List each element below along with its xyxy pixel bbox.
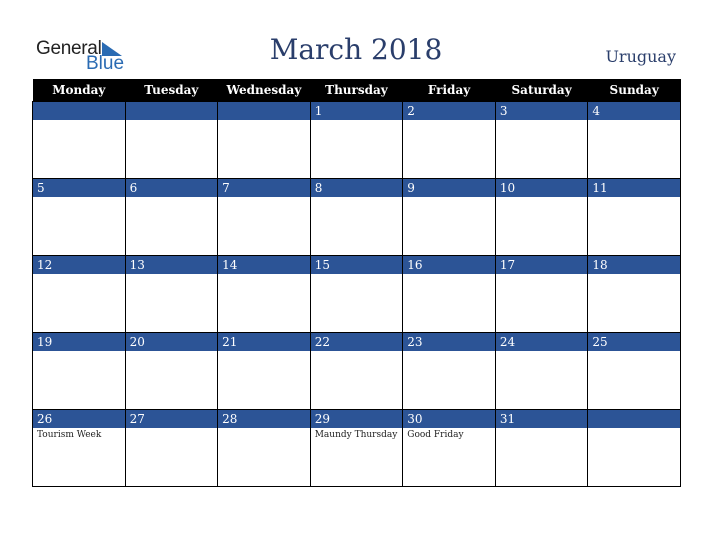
- day-cell[interactable]: 19: [32, 332, 126, 410]
- week-row: 19 20 21 22 23 24 25: [32, 332, 681, 410]
- day-cell[interactable]: 3: [494, 101, 589, 179]
- weekday-header: Friday: [402, 79, 496, 102]
- day-number: [588, 410, 680, 428]
- day-number: 23: [403, 333, 495, 351]
- day-cell[interactable]: 27: [124, 409, 219, 487]
- day-number: 24: [495, 333, 588, 351]
- day-number: 21: [218, 333, 310, 351]
- day-number: 31: [495, 410, 588, 428]
- day-cell[interactable]: 14: [217, 255, 311, 333]
- day-cell[interactable]: 12: [32, 255, 126, 333]
- day-cell[interactable]: 25: [587, 332, 681, 410]
- day-number: 20: [125, 333, 218, 351]
- day-cell[interactable]: 6: [124, 178, 219, 256]
- day-cell[interactable]: 23: [402, 332, 496, 410]
- day-cell[interactable]: 10: [494, 178, 589, 256]
- day-cell[interactable]: 7: [217, 178, 311, 256]
- day-number: 13: [125, 256, 218, 274]
- day-number: 30: [403, 410, 495, 428]
- week-row: 5 6 7 8 9 10 11: [32, 178, 681, 256]
- day-number: 25: [588, 333, 680, 351]
- day-number: 18: [588, 256, 680, 274]
- weekday-header: Wednesday: [217, 79, 311, 102]
- day-number: 10: [495, 179, 588, 197]
- day-number: 27: [125, 410, 218, 428]
- day-number: 9: [403, 179, 495, 197]
- day-number: [125, 102, 218, 120]
- day-cell[interactable]: [587, 409, 681, 487]
- day-number: 28: [218, 410, 310, 428]
- day-cell[interactable]: [217, 101, 311, 179]
- weekday-header: Saturday: [495, 79, 588, 102]
- day-number: 8: [310, 179, 403, 197]
- day-number: 3: [495, 102, 588, 120]
- day-number: 15: [310, 256, 403, 274]
- day-cell[interactable]: 18: [587, 255, 681, 333]
- holiday-label: Maundy Thursday: [314, 430, 398, 440]
- day-cell[interactable]: 21: [217, 332, 311, 410]
- day-number: [218, 102, 310, 120]
- day-cell[interactable]: 5: [32, 178, 126, 256]
- day-number: 22: [310, 333, 403, 351]
- day-number: 19: [33, 333, 125, 351]
- day-number: 26: [33, 410, 125, 428]
- day-cell[interactable]: 9: [402, 178, 496, 256]
- day-cell[interactable]: 28: [217, 409, 311, 487]
- day-cell[interactable]: 17: [494, 255, 589, 333]
- day-number: 2: [403, 102, 495, 120]
- day-number: 14: [218, 256, 310, 274]
- holiday-label: Good Friday: [407, 430, 464, 440]
- day-cell[interactable]: [32, 101, 126, 179]
- day-number: [33, 102, 125, 120]
- day-cell[interactable]: 13: [124, 255, 219, 333]
- day-number: 12: [33, 256, 125, 274]
- week-row: 12 13 14 15 16 17 18: [32, 255, 681, 333]
- day-cell[interactable]: 29 Maundy Thursday: [309, 409, 404, 487]
- day-cell[interactable]: 16: [402, 255, 496, 333]
- day-cell[interactable]: 20: [124, 332, 219, 410]
- day-cell[interactable]: 24: [494, 332, 589, 410]
- day-number: 1: [310, 102, 403, 120]
- week-row: 26 Tourism Week 27 28 29 Maundy Thursday 30 Goo…: [32, 409, 681, 487]
- day-number: 4: [588, 102, 680, 120]
- weekday-header: Tuesday: [125, 79, 218, 102]
- day-number: 7: [218, 179, 310, 197]
- day-number: 17: [495, 256, 588, 274]
- weekday-header: Monday: [32, 79, 126, 102]
- day-number: 29: [310, 410, 403, 428]
- day-number: 16: [403, 256, 495, 274]
- holiday-label: Tourism Week: [37, 430, 102, 440]
- day-cell[interactable]: 8: [309, 178, 404, 256]
- day-cell[interactable]: 15: [309, 255, 404, 333]
- day-cell[interactable]: [124, 101, 219, 179]
- day-cell[interactable]: 2: [402, 101, 496, 179]
- day-cell[interactable]: 26 Tourism Week: [32, 409, 126, 487]
- day-number: 5: [33, 179, 125, 197]
- week-row: 1234: [32, 101, 681, 179]
- country-label: Uruguay: [605, 47, 676, 66]
- day-cell[interactable]: 31: [494, 409, 589, 487]
- day-cell[interactable]: 1: [309, 101, 404, 179]
- day-number: 6: [125, 179, 218, 197]
- day-cell[interactable]: 22: [309, 332, 404, 410]
- day-cell[interactable]: 30 Good Friday: [402, 409, 496, 487]
- day-cell[interactable]: 4: [587, 101, 681, 179]
- calendar-grid: Monday Tuesday Wednesday Thursday Friday Satu…: [32, 79, 681, 487]
- day-cell[interactable]: 11: [587, 178, 681, 256]
- day-number: 11: [588, 179, 680, 197]
- weekday-header: Sunday: [587, 79, 681, 102]
- weekday-header: Thursday: [310, 79, 403, 102]
